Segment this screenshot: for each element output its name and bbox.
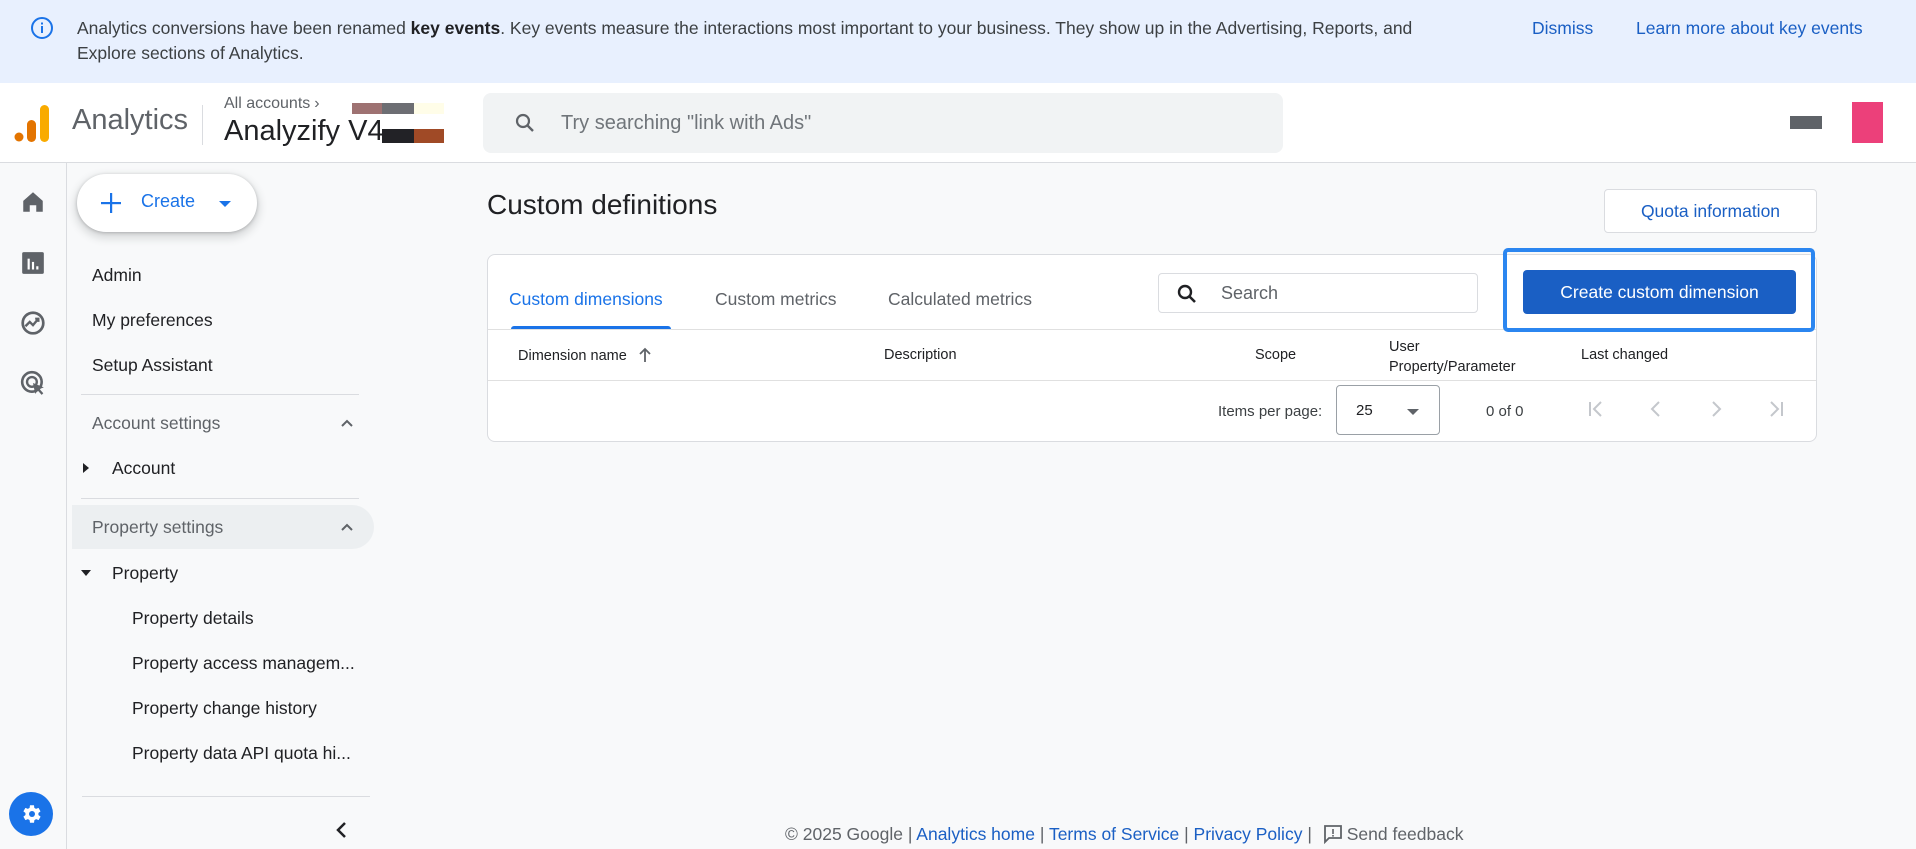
items-per-page-value: 25 [1356,402,1373,419]
header-divider [202,105,203,145]
tab-custom-dimensions[interactable]: Custom dimensions [509,289,663,310]
redacted-block [352,103,382,114]
advertising-icon[interactable] [20,370,46,396]
header-row-divider [488,380,1816,381]
nav-property-data-api-quota[interactable]: Property data API quota hi... [132,743,351,764]
nav-admin[interactable]: Admin [92,265,142,286]
search-icon [515,113,534,132]
nav-property[interactable]: Property [112,563,178,584]
caret-down-icon [219,201,231,207]
column-scope: Scope [1255,347,1297,363]
previous-page-icon[interactable] [1644,397,1668,421]
column-label: Dimension name [518,348,627,364]
admin-gear-button[interactable] [9,792,53,836]
redacted-block [414,129,444,143]
next-page-icon[interactable] [1704,397,1728,421]
send-feedback-label: Send feedback [1346,824,1464,844]
home-icon[interactable] [20,189,46,215]
sort-ascending-icon [639,347,651,362]
dismiss-button[interactable]: Dismiss [1532,16,1593,41]
dimension-search[interactable] [1158,273,1478,313]
redacted-block [382,103,414,114]
copyright: © 2025 Google [785,824,903,844]
quota-information-button[interactable]: Quota information [1604,189,1817,233]
redacted-block [414,103,444,114]
items-per-page-select[interactable]: 25 [1336,385,1440,435]
key-events-banner: Analytics conversions have been renamed … [0,0,1916,83]
redacted-block [382,129,414,143]
property-settings-label: Property settings [92,517,224,537]
nav-divider [81,498,359,499]
dimension-search-input[interactable] [1221,274,1471,312]
caret-right-icon[interactable] [80,462,92,474]
breadcrumb-all-accounts[interactable]: All accounts › [224,95,320,113]
account-avatar[interactable] [1852,102,1883,143]
learn-more-link[interactable]: Learn more about key events [1636,16,1863,41]
search-icon [1177,284,1196,303]
chevron-up-icon [341,419,353,427]
banner-text-bold: key events [410,18,501,38]
items-per-page-label: Items per page: [1218,403,1323,420]
gear-icon [23,805,41,823]
global-search[interactable] [483,93,1283,153]
property-settings-header[interactable]: Property settings [72,505,374,549]
reports-icon[interactable] [20,250,46,276]
info-icon [31,17,53,39]
feedback-icon [1323,825,1342,844]
analytics-logo-icon [14,105,49,142]
column-dimension-name[interactable]: Dimension name [518,347,653,364]
apps-icon[interactable] [1790,116,1822,129]
create-button[interactable]: Create [77,174,257,232]
banner-message: Analytics conversions have been renamed … [77,16,1457,66]
chevron-right-icon: › [314,95,320,112]
first-page-icon[interactable] [1584,397,1608,421]
plus-icon [101,193,121,213]
collapse-sidebar-icon[interactable] [332,820,352,840]
tab-calculated-metrics[interactable]: Calculated metrics [888,289,1032,310]
account-settings-label: Account settings [92,413,221,433]
column-user-property-parameter: User Property/Parameter [1389,339,1516,375]
footer-link-terms[interactable]: Terms of Service [1049,824,1179,844]
caret-down-icon [1407,409,1419,415]
footer-link-privacy[interactable]: Privacy Policy [1194,824,1303,844]
explore-icon[interactable] [20,310,46,336]
app-name: Analytics [72,104,189,136]
chevron-up-icon [341,523,353,531]
pagination-range: 0 of 0 [1486,403,1524,420]
nav-divider [81,394,359,395]
nav-property-change-history[interactable]: Property change history [132,698,317,719]
footer-link-analytics-home[interactable]: Analytics home [916,824,1035,844]
nav-my-preferences[interactable]: My preferences [92,310,213,331]
global-search-input[interactable] [561,93,1261,153]
nav-property-access-management[interactable]: Property access managem... [132,653,355,674]
nav-setup-assistant[interactable]: Setup Assistant [92,355,213,376]
caret-down-icon[interactable] [80,567,92,579]
create-custom-dimension-button[interactable]: Create custom dimension [1523,270,1796,314]
nav-property-details[interactable]: Property details [132,608,254,629]
nav-account[interactable]: Account [112,458,175,479]
last-page-icon[interactable] [1764,397,1788,421]
column-description: Description [884,347,957,363]
send-feedback-button[interactable]: Send feedback [1317,824,1464,844]
tab-custom-metrics[interactable]: Custom metrics [715,289,837,310]
create-label: Create [141,191,196,211]
nav-divider [82,796,370,797]
breadcrumb-label: All accounts [224,95,311,112]
account-settings-header[interactable]: Account settings [82,401,374,445]
top-header: Analytics All accounts › Analyzify V4 [0,83,1916,163]
column-last-changed: Last changed [1581,347,1669,363]
banner-text-prefix: Analytics conversions have been renamed [77,18,411,38]
property-selector[interactable]: Analyzify V4 [224,115,384,148]
footer: © 2025 Google | Analytics home | Terms o… [785,824,1464,844]
page-title: Custom definitions [487,189,718,220]
